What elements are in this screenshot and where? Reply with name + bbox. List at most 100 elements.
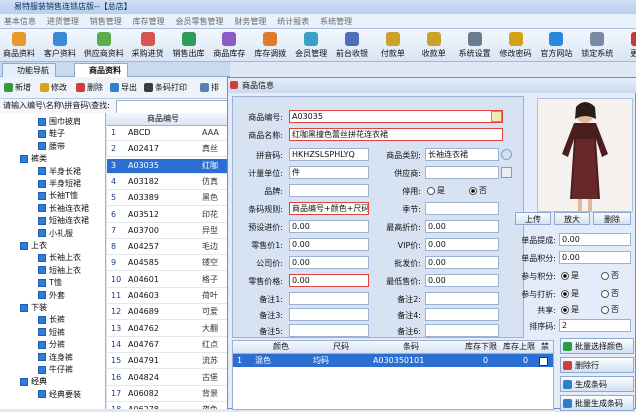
join-discount-yes-radio[interactable]: 是 xyxy=(561,288,579,299)
tree-item[interactable]: 短袖上衣 xyxy=(38,265,81,277)
note5-field[interactable] xyxy=(289,324,369,337)
points-field[interactable]: 0.00 xyxy=(559,251,631,264)
tree-item[interactable]: 短袖连衣裙 xyxy=(38,215,89,227)
table-row[interactable]: 18 A06278 夜色 xyxy=(107,403,230,409)
name-field[interactable]: 红咖黑撞色蕾丝拼花连衣裙 xyxy=(289,128,503,141)
join-points-no-radio[interactable]: 否 xyxy=(601,270,619,281)
table-row[interactable]: 8 A04257 毛边 xyxy=(107,240,230,256)
tb-customer-info[interactable]: 客户资料 xyxy=(41,29,79,59)
table-row[interactable]: 2 A02417 真丝 xyxy=(107,142,230,158)
table-row[interactable]: 1 ABCD AAA xyxy=(107,126,230,141)
code-field[interactable]: A03035 xyxy=(289,110,503,123)
tree-item[interactable]: 牛仔裤 xyxy=(38,364,73,376)
tree-category[interactable]: 下装 xyxy=(20,302,47,314)
delete-button[interactable]: 删除 xyxy=(76,81,103,95)
batch-color-button[interactable]: 批量选择颜色 xyxy=(560,338,634,354)
menu-system[interactable]: 系统管理 xyxy=(316,14,356,29)
tb-payment[interactable]: 付款单 xyxy=(374,29,412,59)
pinyin-field[interactable]: HKHZSLSPHLYQ xyxy=(289,148,369,161)
edit-code-icon[interactable] xyxy=(491,111,502,122)
category-field[interactable]: 长袖连衣裙 xyxy=(425,148,499,161)
menu-basic-info[interactable]: 基本信息 xyxy=(0,14,40,29)
tb-product-info[interactable]: 商品资料 xyxy=(0,29,38,59)
points-rate-field[interactable]: 0.00 xyxy=(559,233,631,246)
join-discount-no-radio[interactable]: 否 xyxy=(601,288,619,299)
vip-price-field[interactable]: 0.00 xyxy=(425,238,499,251)
tree-item[interactable]: 长裤 xyxy=(38,314,65,326)
more-button[interactable]: 排 xyxy=(200,81,219,95)
share-yes-radio[interactable]: 是 xyxy=(561,304,579,315)
tb-sales-out[interactable]: 销售出库 xyxy=(170,29,208,59)
tb-website[interactable]: 官方网站 xyxy=(537,29,575,59)
tree-item[interactable]: 外套 xyxy=(38,290,65,302)
tree-item[interactable]: 半身短裙 xyxy=(38,178,81,190)
gen-barcode-button[interactable]: 生成条码 xyxy=(560,376,634,392)
table-row[interactable]: 5 A03389 黑色 xyxy=(107,191,230,207)
menu-reports[interactable]: 统计报表 xyxy=(273,14,313,29)
tb-supplier-info[interactable]: 供应商资料 xyxy=(82,29,126,59)
edit-button[interactable]: 修改 xyxy=(40,81,67,95)
wholesale-price-field[interactable]: 0.00 xyxy=(425,256,499,269)
table-row[interactable]: 3 A03035 红咖 xyxy=(107,158,230,174)
disabled-no-radio[interactable]: 否 xyxy=(469,185,487,196)
retail-price2-field[interactable]: 0.00 xyxy=(289,274,369,287)
tree-item[interactable]: 围巾披肩 xyxy=(38,116,81,128)
note4-field[interactable] xyxy=(425,308,499,321)
tb-pos[interactable]: 前台收银 xyxy=(333,29,371,59)
table-row[interactable]: 16 A04824 古堡 xyxy=(107,371,230,386)
tb-stock[interactable]: 商品库存 xyxy=(210,29,248,59)
table-row[interactable]: 9 A04585 镂空 xyxy=(107,256,230,272)
unit-field[interactable]: 件 xyxy=(289,166,369,179)
tb-receipt[interactable]: 收款单 xyxy=(415,29,453,59)
variant-disabled-checkbox[interactable] xyxy=(539,357,548,366)
menu-inventory[interactable]: 库存管理 xyxy=(129,14,169,29)
tree-item[interactable]: 小礼服 xyxy=(38,228,73,240)
note1-field[interactable] xyxy=(289,292,369,305)
barcode-print-button[interactable]: 条码打印 xyxy=(144,81,187,95)
supplier-field[interactable] xyxy=(425,166,499,179)
sort-field[interactable]: 2 xyxy=(559,319,631,332)
export-button[interactable]: 导出 xyxy=(110,81,137,95)
tb-transfer[interactable]: 库存调拨 xyxy=(251,29,289,59)
tree-item[interactable]: T恤 xyxy=(38,277,62,289)
delete-photo-button[interactable]: 删除 xyxy=(593,212,631,225)
note6-field[interactable] xyxy=(425,324,499,337)
brand-field[interactable] xyxy=(289,184,369,197)
tab-product-info[interactable]: 商品资料 xyxy=(74,63,128,78)
delete-row-button[interactable]: 删除行 xyxy=(560,357,634,373)
preset-price-field[interactable]: 0.00 xyxy=(289,220,369,233)
table-row[interactable]: 11 A04603 荷叶 xyxy=(107,289,230,304)
menu-finance[interactable]: 财务管理 xyxy=(230,14,270,29)
tb-password[interactable]: 修改密码 xyxy=(497,29,535,59)
note2-field[interactable] xyxy=(425,292,499,305)
search-input[interactable] xyxy=(116,100,230,114)
lowest-price-field[interactable]: 0.00 xyxy=(425,274,499,287)
table-row[interactable]: 15 A04791 流苏 xyxy=(107,354,230,370)
tree-item[interactable]: 短裤 xyxy=(38,327,65,339)
share-no-radio[interactable]: 否 xyxy=(601,304,619,315)
tree-item[interactable]: 半身长裙 xyxy=(38,166,81,178)
tab-nav[interactable]: 功能导航 xyxy=(2,63,56,78)
tree-item[interactable]: 经典要装 xyxy=(38,389,81,401)
tb-settings[interactable]: 系统设置 xyxy=(456,29,494,59)
max-discount-field[interactable]: 0.00 xyxy=(425,220,499,233)
retail-price-field[interactable]: 0.00 xyxy=(289,238,369,251)
tree-item[interactable]: 鞋子 xyxy=(38,128,65,140)
tree-category[interactable]: 经典 xyxy=(20,376,47,388)
note3-field[interactable] xyxy=(289,308,369,321)
tb-member[interactable]: 会员管理 xyxy=(292,29,330,59)
join-points-yes-radio[interactable]: 是 xyxy=(561,270,579,281)
variant-row[interactable]: 1 混色 均码 A030350101 0 0 xyxy=(233,354,553,367)
table-row[interactable]: 13 A04762 大翻 xyxy=(107,322,230,337)
table-row[interactable]: 17 A06082 背景 xyxy=(107,387,230,402)
menu-sales[interactable]: 销售管理 xyxy=(86,14,126,29)
season-field[interactable] xyxy=(425,202,499,215)
new-button[interactable]: 新增 xyxy=(4,81,31,95)
supplier-lookup-icon[interactable] xyxy=(501,167,512,178)
menu-purchase[interactable]: 进货管理 xyxy=(43,14,83,29)
search-icon[interactable] xyxy=(501,149,512,160)
table-row[interactable]: 12 A04689 可爱 xyxy=(107,305,230,321)
tree-category[interactable]: 上衣 xyxy=(20,240,47,252)
tree-item[interactable]: 腰带 xyxy=(38,141,65,153)
tb-purchase-in[interactable]: 采购进货 xyxy=(129,29,167,59)
